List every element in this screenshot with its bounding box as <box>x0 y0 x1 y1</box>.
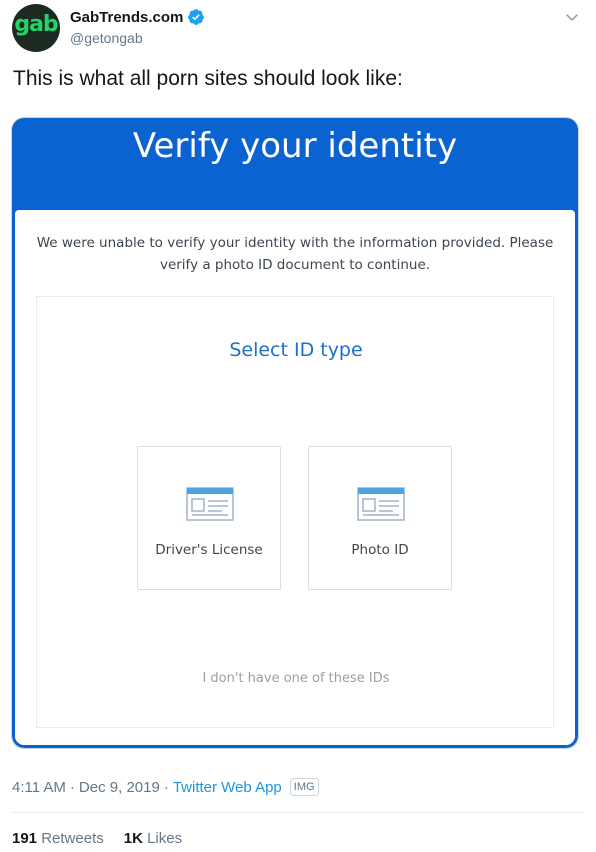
tweet: gab GabTrends.com @getongab This is what… <box>0 0 596 852</box>
tweet-stats: 191 Retweets 1K Likes <box>12 830 202 847</box>
divider <box>12 812 584 813</box>
tweet-media-image[interactable]: Verify your identity We were unable to v… <box>12 118 578 748</box>
drivers-license-label: Driver's License <box>155 542 263 558</box>
likes-label: Likes <box>147 830 183 847</box>
retweets-count: 191 <box>12 830 38 847</box>
display-name[interactable]: GabTrends.com <box>70 9 183 26</box>
likes-count: 1K <box>123 830 143 847</box>
id-select-panel: Select ID type Driver's License Photo ID… <box>36 296 554 728</box>
img-badge[interactable]: IMG <box>289 778 319 796</box>
meta-separator: · <box>69 778 75 796</box>
media-body: We were unable to verify your identity w… <box>15 210 575 745</box>
select-id-type-title: Select ID type <box>229 339 363 361</box>
id-card-icon <box>357 487 405 521</box>
retweets-label: Retweets <box>41 830 104 847</box>
likes-stat[interactable]: 1K Likes <box>124 830 182 847</box>
author-name-row[interactable]: GabTrends.com <box>70 8 205 26</box>
photo-id-label: Photo ID <box>351 542 409 558</box>
tweet-source-link[interactable]: Twitter Web App <box>173 779 282 796</box>
avatar-logo-text: gab <box>14 12 58 37</box>
id-card-icon <box>186 487 234 521</box>
tweet-date[interactable]: Dec 9, 2019 <box>79 779 160 796</box>
meta-separator: · <box>163 778 169 796</box>
retweets-stat[interactable]: 191 Retweets <box>12 830 104 847</box>
verify-identity-title: Verify your identity <box>132 126 458 166</box>
user-handle[interactable]: @getongab <box>70 30 143 46</box>
avatar[interactable]: gab <box>12 4 60 52</box>
chevron-down-icon[interactable] <box>563 8 581 26</box>
media-header: Verify your identity <box>12 118 578 218</box>
drivers-license-option[interactable]: Driver's License <box>137 446 281 590</box>
verify-message: We were unable to verify your identity w… <box>36 235 554 273</box>
no-id-link[interactable]: I don't have one of these IDs <box>37 671 555 686</box>
verified-badge-icon <box>188 9 205 25</box>
tweet-meta: 4:11 AM · Dec 9, 2019 · Twitter Web App … <box>12 778 319 796</box>
tweet-text: This is what all porn sites should look … <box>13 67 403 90</box>
tweet-time[interactable]: 4:11 AM <box>12 779 66 796</box>
photo-id-option[interactable]: Photo ID <box>308 446 452 590</box>
